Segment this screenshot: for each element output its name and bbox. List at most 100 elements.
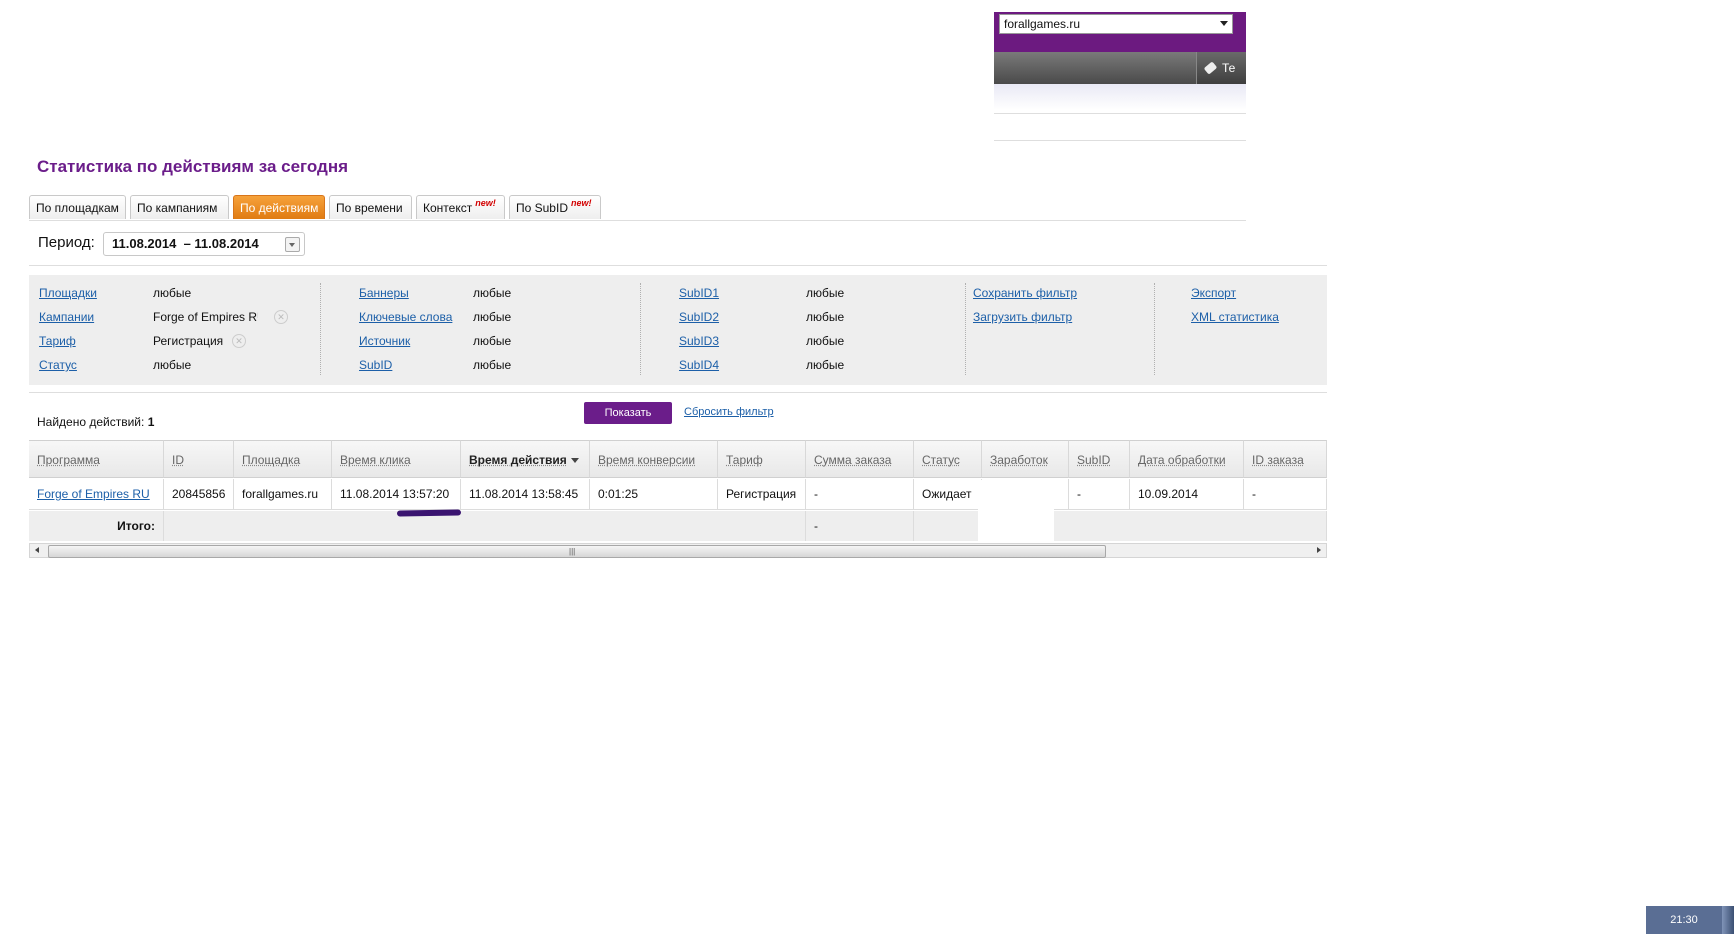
found-label: Найдено действий: — [37, 415, 145, 429]
taskbar-clock[interactable]: 21:30 — [1646, 906, 1722, 934]
scroll-right-icon[interactable] — [1317, 547, 1321, 553]
period-picker[interactable]: 11.08.2014 – 11.08.2014 — [103, 232, 305, 256]
header-toolbar-button-label: Те — [1222, 61, 1236, 75]
col-header-tariff[interactable]: Тариф — [718, 440, 806, 478]
site-select[interactable]: forallgames.ru — [999, 14, 1233, 34]
filter-subid3-value: любые — [806, 334, 845, 348]
period-value: 11.08.2014 – 11.08.2014 — [112, 236, 259, 251]
footer-empty — [164, 511, 806, 541]
cell-id: 20845856 — [164, 479, 234, 510]
tab-label: По площадкам — [36, 201, 119, 215]
filter-campaigns-link[interactable]: Кампании — [39, 310, 94, 324]
filter-panel: Площадки любые Кампании Forge of Empires… — [29, 275, 1327, 385]
divider — [29, 265, 1327, 266]
chevron-down-icon — [1220, 21, 1228, 26]
filter-sites-link[interactable]: Площадки — [39, 286, 97, 300]
filter-keywords-value: любые — [473, 310, 512, 324]
col-header-order-sum[interactable]: Сумма заказа — [806, 440, 914, 478]
horizontal-scrollbar[interactable]: ||| — [29, 543, 1327, 558]
filter-subid-link[interactable]: SubID — [359, 358, 392, 372]
filter-banners-value: любые — [473, 286, 512, 300]
scroll-left-icon[interactable] — [35, 547, 39, 553]
tab-context[interactable]: Контекст new! — [416, 195, 505, 219]
col-header-status[interactable]: Статус — [914, 440, 982, 478]
col-header-click-time[interactable]: Время клика — [332, 440, 461, 478]
filter-separator — [965, 283, 966, 375]
cell-program[interactable]: Forge of Empires RU — [29, 479, 164, 510]
col-header-action-time[interactable]: Время действия — [461, 440, 590, 478]
col-header-site[interactable]: Площадка — [234, 440, 332, 478]
tab-label: Контекст — [423, 201, 473, 215]
footer-empty — [914, 511, 1327, 541]
filter-subid1-link[interactable]: SubID1 — [679, 286, 719, 300]
filter-tariff-link[interactable]: Тариф — [39, 334, 76, 348]
sort-desc-icon — [570, 458, 579, 464]
filter-sites-value: любые — [153, 286, 192, 300]
col-header-id[interactable]: ID — [164, 440, 234, 478]
header-toolbar-button[interactable]: Те — [1196, 52, 1246, 84]
filter-status-link[interactable]: Статус — [39, 358, 77, 372]
cell-conversion-time: 0:01:25 — [590, 479, 718, 510]
cell-action-time: 11.08.2014 13:58:45 — [461, 479, 590, 510]
save-filter-link[interactable]: Сохранить фильтр — [973, 286, 1077, 300]
col-header-earnings[interactable]: Заработок — [982, 440, 1069, 478]
clear-tariff-icon[interactable]: ✕ — [232, 334, 246, 348]
divider — [29, 392, 1327, 393]
load-filter-link[interactable]: Загрузить фильтр — [973, 310, 1072, 324]
cell-order-sum: - — [806, 479, 914, 510]
col-header-conversion-time[interactable]: Время конверсии — [590, 440, 718, 478]
tab-by-sites[interactable]: По площадкам — [29, 195, 126, 219]
found-count: Найдено действий: 1 — [37, 415, 154, 429]
filter-banners-link[interactable]: Баннеры — [359, 286, 409, 300]
found-number: 1 — [147, 415, 155, 429]
scrollbar-thumb[interactable]: ||| — [48, 545, 1106, 558]
chevron-down-icon[interactable] — [285, 237, 300, 252]
grip-icon: ||| — [569, 547, 576, 556]
filter-subid3-link[interactable]: SubID3 — [679, 334, 719, 348]
filter-keywords-link[interactable]: Ключевые слова — [359, 310, 452, 324]
period-label: Период: — [38, 234, 95, 251]
col-header-order-id[interactable]: ID заказа — [1244, 440, 1327, 478]
filter-subid4-link[interactable]: SubID4 — [679, 358, 719, 372]
export-link[interactable]: Экспорт — [1191, 286, 1236, 300]
highlight-underline — [396, 509, 462, 517]
cell-status: Ожидает — [914, 479, 982, 510]
tab-label: По кампаниям — [137, 201, 218, 215]
tab-by-actions[interactable]: По действиям — [233, 195, 325, 219]
filter-separator — [320, 283, 321, 375]
show-button[interactable]: Показать — [584, 402, 672, 424]
cell-tariff: Регистрация — [718, 479, 806, 510]
cell-site: forallgames.ru — [234, 479, 332, 510]
show-desktop-button[interactable] — [1722, 906, 1734, 934]
divider — [994, 113, 1246, 114]
filter-subid2-link[interactable]: SubID2 — [679, 310, 719, 324]
tab-by-subid[interactable]: По SubID new! — [509, 195, 601, 219]
tab-by-time[interactable]: По времени — [329, 195, 412, 219]
xml-stats-link[interactable]: XML статистика — [1191, 310, 1279, 324]
tab-by-campaigns[interactable]: По кампаниям — [130, 195, 229, 219]
tab-label: По SubID — [516, 201, 568, 215]
footer-order-sum: - — [806, 511, 914, 541]
filter-status-value: любые — [153, 358, 192, 372]
actions-table: Программа ID Площадка Время клика Время … — [29, 440, 1327, 560]
redacted-area — [978, 480, 1054, 544]
filter-separator — [640, 283, 641, 375]
reset-filter-link[interactable]: Сбросить фильтр — [684, 406, 774, 418]
col-header-action-time-label: Время действия — [469, 453, 567, 467]
header-shadow — [994, 84, 1246, 110]
site-header: forallgames.ru Те — [994, 12, 1246, 84]
col-header-process-date[interactable]: Дата обработки — [1130, 440, 1244, 478]
col-header-subid[interactable]: SubID — [1069, 440, 1130, 478]
filter-source-link[interactable]: Источник — [359, 334, 410, 348]
new-badge: new! — [475, 198, 496, 208]
divider — [994, 140, 1246, 141]
clear-campaign-icon[interactable]: ✕ — [274, 310, 288, 324]
col-header-program[interactable]: Программа — [29, 440, 164, 478]
cell-order-id: - — [1244, 479, 1327, 510]
filter-campaigns-value: Forge of Empires RU — [153, 310, 258, 324]
filter-tariff-value: Регистрация — [153, 334, 224, 348]
cell-process-date: 10.09.2014 — [1130, 479, 1244, 510]
filter-subid-value: любые — [473, 358, 512, 372]
cell-click-time: 11.08.2014 13:57:20 — [332, 479, 461, 510]
tag-icon — [1203, 61, 1218, 75]
